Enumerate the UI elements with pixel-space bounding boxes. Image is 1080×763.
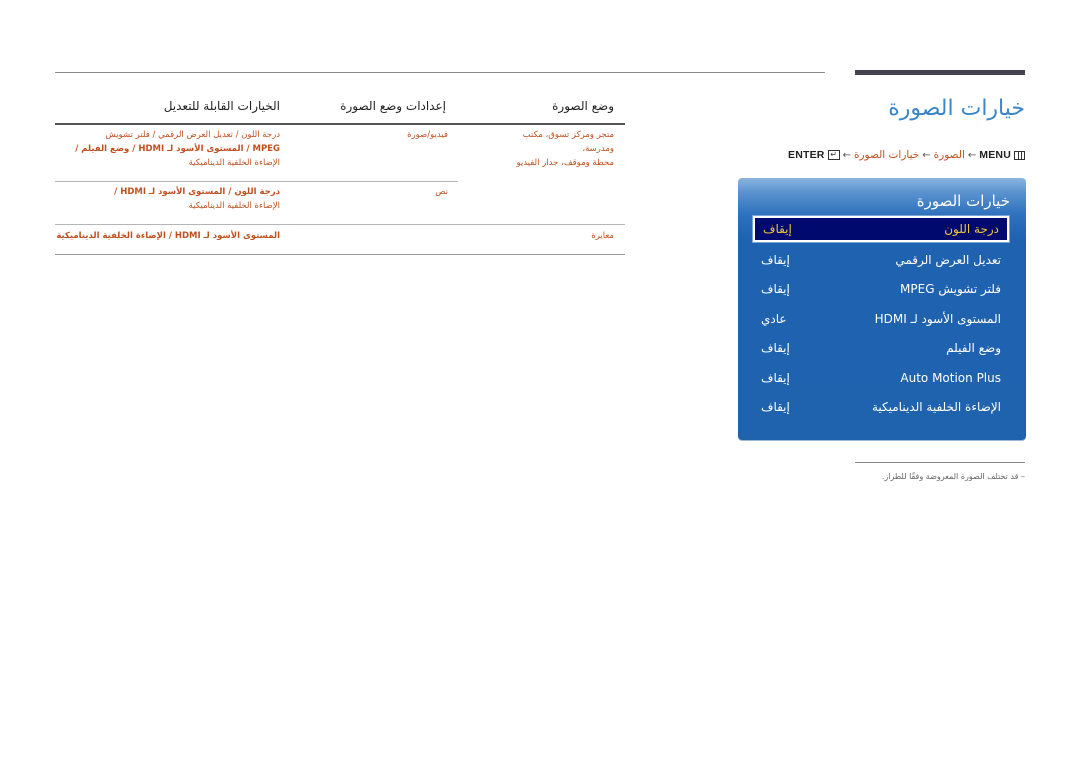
osd-item-value: إيقاف: [763, 222, 792, 236]
options-line: المستوى الأسود لـ HDMI / الإضاءة الخلفية…: [56, 231, 280, 241]
cell-mode: متجر ومركز تسوق، مكتب ومدرسة،: [522, 130, 614, 154]
osd-item-auto-motion-plus[interactable]: Auto Motion Plus إيقاف: [753, 365, 1009, 391]
menu-path: MENU ← الصورة ← خيارات الصورة ← ↵ ENTER: [788, 149, 1025, 161]
arrow-icon: ←: [922, 149, 931, 161]
osd-item-film-mode[interactable]: وضع الفيلم إيقاف: [753, 335, 1009, 361]
picture-options-osd: خيارات الصورة درجة اللون إيقاف تعديل الع…: [738, 178, 1026, 440]
cell-mode: محطة وموقف، جدار الفيديو: [516, 158, 614, 168]
arrow-icon: ←: [842, 149, 851, 161]
table-bottom-rule: [55, 254, 625, 255]
osd-item-label: المستوى الأسود لـ HDMI: [874, 312, 1001, 326]
osd-item-label: الإضاءة الخلفية الديناميكية: [871, 400, 1001, 414]
footnote: – قد تختلف الصورة المعروضة وفقًا للطراز.: [881, 472, 1025, 481]
row-divider: [55, 181, 458, 182]
section-marker-bar: [855, 70, 1025, 75]
osd-item-value: إيقاف: [761, 341, 790, 355]
table-header-adjustable-options: الخيارات القابلة للتعديل: [163, 99, 280, 113]
menu-label: MENU: [979, 149, 1011, 161]
options-line: الإضاءة الخلفية الديناميكية: [188, 201, 280, 211]
path-step-picture-options[interactable]: خيارات الصورة: [854, 149, 919, 161]
path-step-picture[interactable]: الصورة: [934, 149, 965, 161]
enter-icon: ↵: [827, 150, 840, 160]
cell-options: درجة اللون / تعديل العرض الرقمي / فلتر ت…: [40, 128, 280, 170]
osd-item-value: عادي: [761, 312, 787, 326]
options-line: درجة اللون / المستوى الأسود لـ HDMI /: [114, 187, 280, 197]
options-line: درجة اللون / تعديل العرض الرقمي / فلتر ت…: [105, 130, 280, 140]
osd-item-value: إيقاف: [761, 371, 790, 385]
osd-item-label: تعديل العرض الرقمي: [895, 253, 1001, 267]
table-header-rule: [55, 123, 625, 125]
enter-label: ENTER: [788, 149, 825, 161]
osd-item-label: Auto Motion Plus: [900, 371, 1001, 385]
menu-icon: [1014, 150, 1025, 160]
cell-mode-calibration: معايرة: [591, 231, 614, 241]
table-row: متجر ومركز تسوق، مكتب ومدرسة، محطة وموقف…: [494, 128, 614, 170]
cell-setting-text: نص: [435, 187, 448, 197]
osd-item-label: فلتر تشويش MPEG: [900, 282, 1001, 296]
cell-options: درجة اللون / المستوى الأسود لـ HDMI / ال…: [40, 185, 280, 213]
osd-item-value: إيقاف: [761, 282, 790, 296]
row-divider: [55, 224, 625, 225]
page-title: خيارات الصورة: [888, 96, 1025, 121]
osd-item-label: درجة اللون: [944, 222, 999, 236]
arrow-icon: ←: [967, 149, 977, 161]
table-header-picture-mode: وضع الصورة: [552, 99, 614, 113]
top-divider: [55, 72, 825, 73]
options-line: الإضاءة الخلفية الديناميكية: [188, 158, 280, 168]
footnote-divider: [855, 462, 1025, 463]
table-header-mode-settings: إعدادات وضع الصورة: [340, 99, 446, 113]
osd-item-value: إيقاف: [761, 253, 790, 267]
osd-item-value: إيقاف: [761, 400, 790, 414]
osd-item-digital-clean-view[interactable]: تعديل العرض الرقمي إيقاف: [753, 247, 1009, 273]
cell-options: المستوى الأسود لـ HDMI / الإضاءة الخلفية…: [20, 229, 280, 243]
osd-item-mpeg-noise-filter[interactable]: فلتر تشويش MPEG إيقاف: [753, 276, 1009, 302]
osd-item-color-tone[interactable]: درجة اللون إيقاف: [752, 215, 1010, 243]
osd-item-dynamic-backlight[interactable]: الإضاءة الخلفية الديناميكية إيقاف: [753, 394, 1009, 420]
osd-item-hdmi-black-level[interactable]: المستوى الأسود لـ HDMI عادي: [753, 306, 1009, 332]
options-line: MPEG / المستوى الأسود لـ HDMI / وضع الفي…: [75, 144, 280, 154]
cell-setting-video-image: فيديو/صورة: [407, 130, 448, 140]
osd-title: خيارات الصورة: [916, 192, 1010, 210]
osd-item-label: وضع الفيلم: [946, 341, 1001, 355]
